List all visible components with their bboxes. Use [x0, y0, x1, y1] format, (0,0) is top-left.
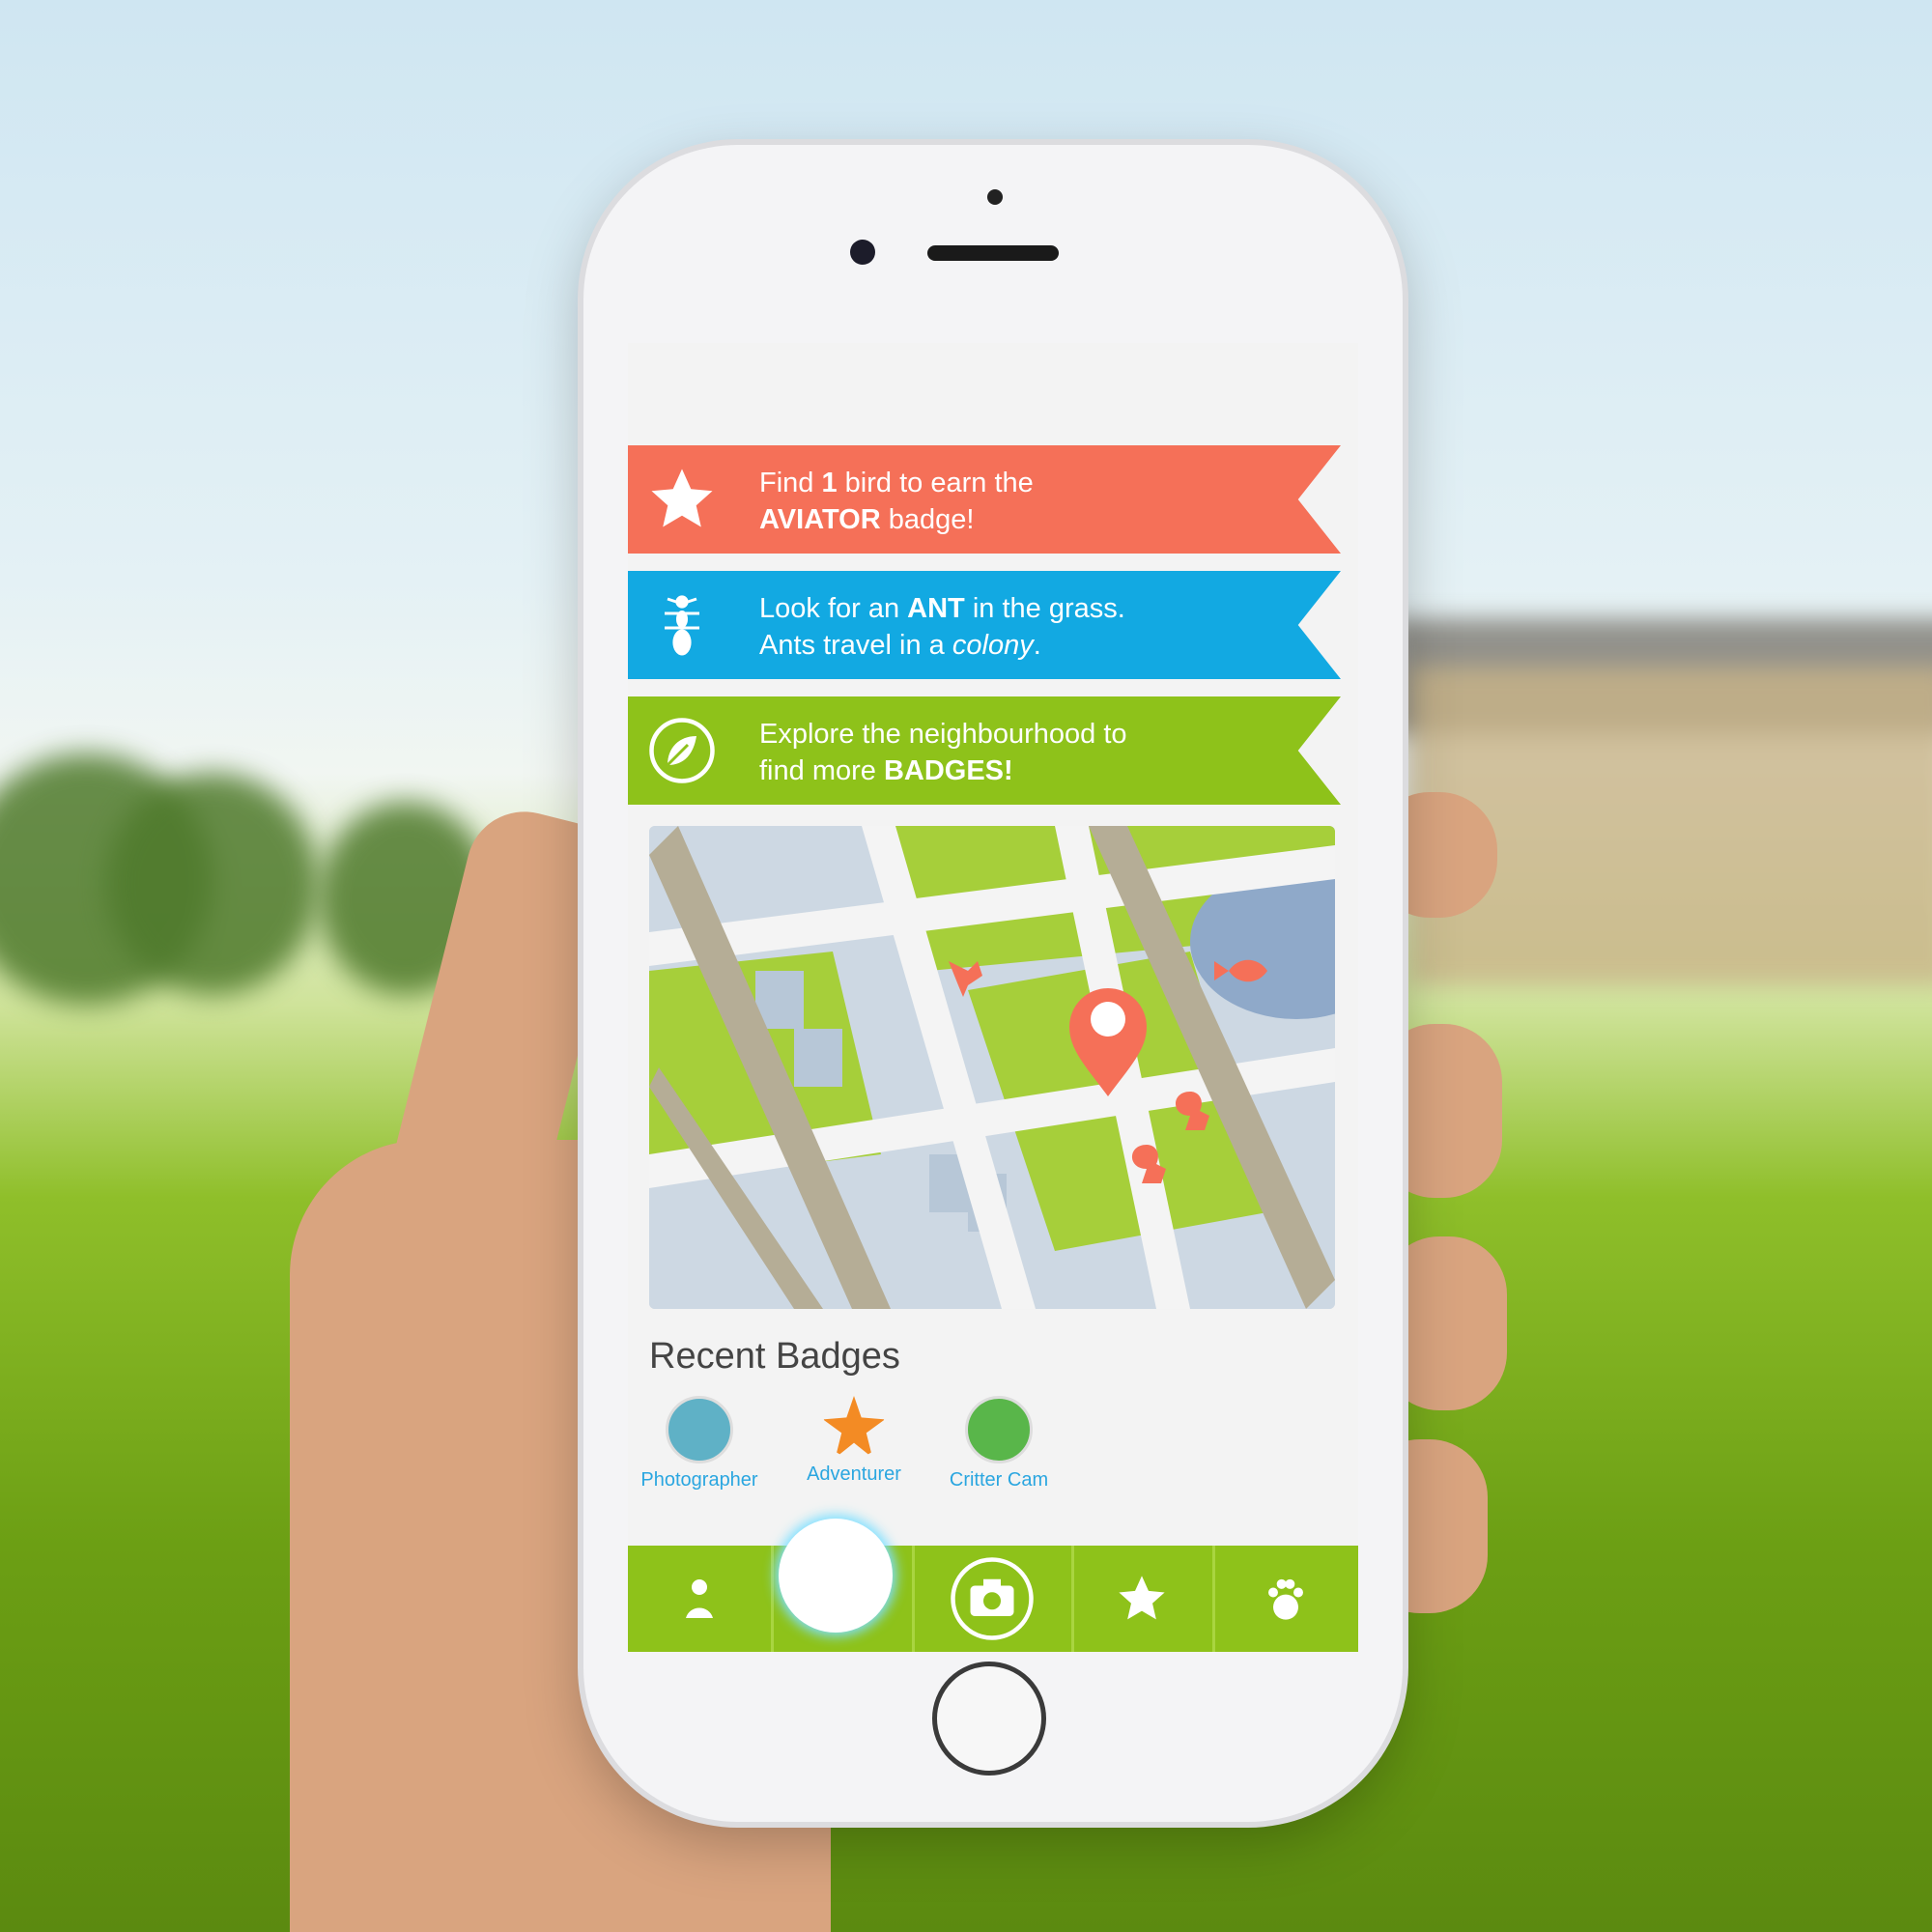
- tab-camera[interactable]: [912, 1546, 1074, 1652]
- badge-critter-cam[interactable]: Critter Cam: [922, 1396, 1076, 1492]
- mission-banner-explore[interactable]: Explore the neighbourhood to find more B…: [628, 696, 1341, 805]
- badge-photographer[interactable]: Photographer: [628, 1396, 777, 1492]
- bottom-tab-bar: [628, 1546, 1358, 1652]
- tab-critters[interactable]: [1212, 1546, 1358, 1652]
- profile-icon: [686, 1579, 713, 1618]
- home-button[interactable]: [932, 1662, 1046, 1776]
- tab-badges[interactable]: [1071, 1546, 1215, 1652]
- section-title-recent-badges: Recent Badges: [649, 1336, 900, 1377]
- camera-icon: [950, 1557, 1034, 1640]
- star-icon: [645, 463, 719, 536]
- banner-text: Look for an ANT in the grass. Ants trave…: [759, 593, 1125, 661]
- camera-badge-icon: [666, 1396, 733, 1463]
- mission-banner-ant[interactable]: Look for an ANT in the grass. Ants trave…: [628, 571, 1341, 679]
- leaf-icon: [645, 714, 719, 787]
- front-camera: [850, 240, 875, 265]
- ant-icon: [645, 588, 719, 662]
- star-badge-icon: [823, 1396, 885, 1458]
- paw-icon: [1267, 1578, 1303, 1620]
- tap-indicator: [779, 1519, 893, 1633]
- banner-text: Find 1 bird to earn the AVIATOR badge!: [759, 468, 1034, 535]
- mission-banner-aviator[interactable]: Find 1 bird to earn the AVIATOR badge!: [628, 445, 1341, 554]
- star-icon: [1119, 1576, 1165, 1620]
- tab-profile[interactable]: [628, 1546, 774, 1652]
- banner-text: Explore the neighbourhood to find more B…: [759, 719, 1127, 786]
- badge-adventurer[interactable]: Adventurer: [777, 1396, 931, 1486]
- sensor: [987, 189, 1003, 205]
- earpiece-speaker: [927, 245, 1059, 261]
- tree: [106, 773, 319, 995]
- neighbourhood-map[interactable]: [649, 826, 1335, 1309]
- app-screen: Find 1 bird to earn the AVIATOR badge! L…: [628, 343, 1358, 1652]
- thermometer-badge-icon: [965, 1396, 1033, 1463]
